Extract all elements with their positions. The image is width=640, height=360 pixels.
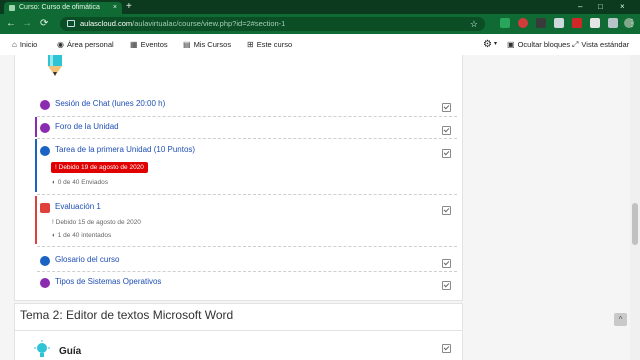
blocks-icon: ▣ — [507, 40, 515, 49]
quiz-icon — [40, 203, 50, 213]
activity-link[interactable]: Glosario del curso — [55, 255, 119, 264]
nav-inicio[interactable]: ⌂ Inicio — [12, 34, 37, 55]
gear-icon[interactable]: ⚙ — [483, 34, 492, 55]
address-bar[interactable]: aulascloud.com/aulavirtualac/course/view… — [60, 17, 485, 31]
maximize-button[interactable]: □ — [598, 0, 603, 14]
expand-icon: ⤢ — [572, 40, 579, 49]
hide-blocks-button[interactable]: ▣ Ocultar bloques — [507, 34, 570, 55]
completion-checkbox[interactable] — [442, 126, 451, 135]
activity-color-bar — [35, 117, 37, 137]
browser-tab-strip: Curso: Curso de ofimática × + – □ × — [0, 0, 640, 14]
scroll-to-top-button[interactable]: ^ — [614, 313, 627, 326]
tab-title: Curso: Curso de ofimática — [19, 4, 100, 11]
attempt-info: ◐ 1 de 40 intentados — [52, 232, 112, 239]
divider — [37, 246, 457, 247]
course-content: Sesión de Chat (lunes 20:00 h) Foro de l… — [0, 55, 630, 360]
divider — [37, 271, 457, 272]
nav-mis-cursos[interactable]: ▤ Mis Cursos — [183, 34, 231, 55]
dashboard-icon: ◉ — [57, 40, 64, 49]
reload-icon[interactable]: ⟳ — [40, 17, 48, 31]
extension-icon[interactable] — [536, 18, 546, 28]
folder-icon: ▤ — [183, 40, 191, 49]
moodle-navbar: ⌂ Inicio ◉ Área personal ▦ Eventos ▤ Mis Cur… — [0, 34, 640, 56]
divider — [37, 116, 457, 117]
puzzle-icon[interactable] — [608, 18, 618, 28]
url-domain: aulascloud.com — [80, 19, 133, 28]
close-window-button[interactable]: × — [620, 0, 625, 14]
activity-color-bar — [35, 196, 37, 244]
pencil-icon — [48, 55, 62, 76]
nav-eventos[interactable]: ▦ Eventos — [130, 34, 168, 55]
activity-link[interactable]: Evaluación 1 — [55, 202, 101, 211]
lightbulb-icon — [34, 340, 50, 357]
forum-icon — [40, 123, 50, 133]
browser-toolbar: ← → ⟳ aulascloud.com/aulavirtualac/cours… — [0, 14, 640, 34]
forward-icon[interactable]: → — [22, 17, 32, 31]
extension-icon[interactable] — [590, 18, 600, 28]
lock-icon — [67, 20, 75, 27]
extension-icon[interactable] — [572, 18, 582, 28]
sitemap-icon: ⊞ — [247, 40, 254, 49]
page-scrollbar[interactable] — [630, 55, 640, 360]
completion-checkbox[interactable] — [442, 149, 451, 158]
calendar-icon: ▦ — [130, 40, 138, 49]
url-path: /aulavirtualac/course/view.php?id=2#sect… — [132, 19, 286, 28]
chevron-down-icon[interactable]: ▾ — [494, 34, 497, 55]
assignment-icon — [40, 146, 50, 156]
minimize-button[interactable]: – — [578, 0, 582, 14]
activity-link[interactable]: Tipos de Sistemas Operativos — [55, 277, 161, 286]
submission-info: ◐ 0 de 40 Enviados — [52, 179, 108, 186]
tab-close-icon[interactable]: × — [113, 2, 117, 14]
extension-icon[interactable] — [518, 18, 528, 28]
activity-link[interactable]: Foro de la Unidad — [55, 122, 119, 131]
chevron-up-icon: ^ — [618, 315, 623, 324]
section-2-card: Tema 2: Editor de textos Microsoft Word … — [14, 303, 463, 360]
back-icon[interactable]: ← — [6, 17, 16, 31]
chat-icon — [40, 100, 50, 110]
extension-icon[interactable] — [500, 18, 510, 28]
completion-checkbox[interactable] — [442, 259, 451, 268]
new-tab-button[interactable]: + — [126, 1, 132, 13]
bookmark-star-icon[interactable]: ☆ — [470, 17, 478, 31]
section-2-title: Tema 2: Editor de textos Microsoft Word — [20, 308, 234, 322]
divider — [37, 194, 457, 195]
due-date-text: ! Debido 15 de agosto de 2020 — [52, 219, 141, 226]
nav-este-curso[interactable]: ⊞ Este curso — [247, 34, 292, 55]
due-date-badge: ! Debido 19 de agosto de 2020 — [51, 162, 148, 173]
nav-area-personal[interactable]: ◉ Área personal — [57, 34, 114, 55]
completion-checkbox[interactable] — [442, 344, 451, 353]
page-icon — [40, 278, 50, 288]
activity-link[interactable]: Tarea de la primera Unidad (10 Puntos) — [55, 145, 195, 154]
activity-color-bar — [35, 139, 37, 192]
completion-checkbox[interactable] — [442, 206, 451, 215]
browser-menu-icon[interactable]: ⋮ — [627, 17, 637, 31]
guia-title: Guía — [59, 346, 82, 357]
divider — [37, 138, 457, 139]
divider — [15, 330, 462, 331]
scrollbar-thumb[interactable] — [632, 203, 638, 245]
favicon-icon — [9, 5, 15, 11]
browser-tab[interactable]: Curso: Curso de ofimática × — [4, 2, 122, 14]
url-text: aulascloud.com/aulavirtualac/course/view… — [80, 17, 285, 31]
activity-link[interactable]: Sesión de Chat (lunes 20:00 h) — [55, 99, 165, 108]
home-icon: ⌂ — [12, 40, 17, 49]
section-1-card: Sesión de Chat (lunes 20:00 h) Foro de l… — [14, 55, 463, 301]
extension-icon[interactable] — [554, 18, 564, 28]
glossary-icon — [40, 256, 50, 266]
standard-view-button[interactable]: ⤢ Vista estándar — [572, 34, 629, 55]
completion-checkbox[interactable] — [442, 103, 451, 112]
completion-checkbox[interactable] — [442, 281, 451, 290]
